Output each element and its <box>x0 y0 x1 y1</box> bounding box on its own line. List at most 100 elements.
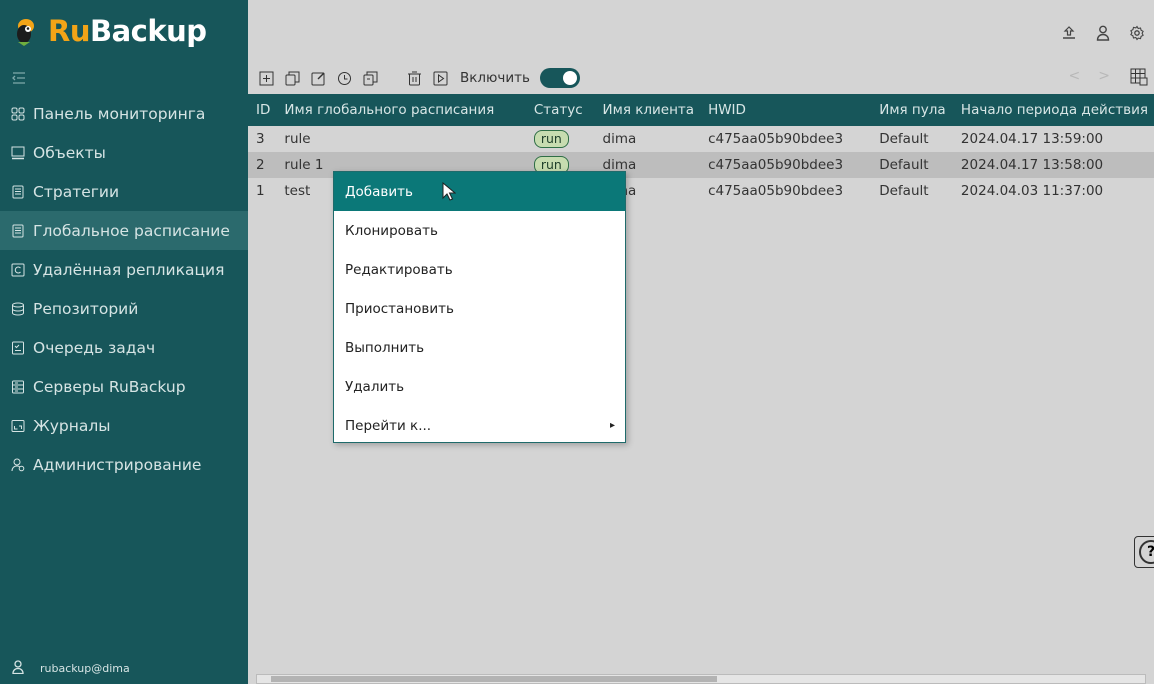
menu-item-pause[interactable]: Приостановить <box>334 289 625 328</box>
sidebar-item-task-queue[interactable]: Очередь задач <box>0 328 248 367</box>
sidebar-item-label: Объекты <box>33 143 106 162</box>
mouse-pointer-icon <box>442 182 456 201</box>
help-icon: ? <box>1139 540 1154 564</box>
brand-backup: Backup <box>89 14 207 48</box>
upload-icon[interactable] <box>1052 22 1086 44</box>
cell-id: 1 <box>248 178 277 204</box>
cell-client: dima <box>594 126 701 152</box>
col-client[interactable]: Имя клиента <box>594 94 701 126</box>
user-icon <box>12 659 24 677</box>
brand-name: RuBackup <box>48 14 207 48</box>
dashboard-icon <box>10 106 26 122</box>
cell-hwid: c475aa05b90bdee3 <box>700 126 872 152</box>
edit-icon[interactable] <box>308 68 328 88</box>
enable-label: Включить <box>460 70 530 86</box>
schedule-icon <box>10 223 26 239</box>
help-button[interactable]: ? <box>1134 536 1154 568</box>
clock-icon[interactable] <box>334 68 354 88</box>
sidebar-item-label: Глобальное расписание <box>33 221 230 240</box>
sidebar-item-repository[interactable]: Репозиторий <box>0 289 248 328</box>
logo[interactable]: RuBackup <box>0 0 248 62</box>
sidebar-item-label: Панель мониторинга <box>33 104 206 123</box>
context-menu: Добавить Клонировать Редактировать Приос… <box>333 171 626 443</box>
sidebar-item-label: Администрирование <box>33 455 202 474</box>
sidebar-item-label: Удалённая репликация <box>33 260 225 279</box>
menu-item-edit[interactable]: Редактировать <box>334 250 625 289</box>
sidebar-item-label: Репозиторий <box>33 299 139 318</box>
sidebar-item-remote-replication[interactable]: Удалённая репликация <box>0 250 248 289</box>
menu-collapse-icon[interactable] <box>0 62 248 94</box>
scrollbar-thumb[interactable] <box>271 676 717 682</box>
columns-grid-icon[interactable] <box>1130 68 1148 90</box>
menu-item-label: Редактировать <box>345 261 453 278</box>
sidebar-item-monitoring[interactable]: Панель мониторинга <box>0 94 248 133</box>
replication-icon <box>10 262 26 278</box>
cell-pool: Default <box>871 126 953 152</box>
sidebar-item-objects[interactable]: Объекты <box>0 133 248 172</box>
toucan-logo-icon <box>14 16 40 46</box>
add-icon[interactable] <box>256 68 276 88</box>
delete-icon[interactable] <box>404 68 424 88</box>
cell-hwid: c475aa05b90bdee3 <box>700 152 872 178</box>
brand-ru: Ru <box>48 14 90 48</box>
cell-pool: Default <box>871 178 953 204</box>
menu-item-label: Перейти к... <box>345 417 432 434</box>
sidebar: RuBackup Панель мониторинга Объекты Стра… <box>0 0 248 684</box>
table-header: ID Имя глобального расписания Статус Имя… <box>248 94 1154 126</box>
current-user[interactable]: rubackup@dima <box>0 652 248 684</box>
cell-pool: Default <box>871 152 953 178</box>
cell-name: rule <box>276 126 526 152</box>
clone-icon[interactable] <box>282 68 302 88</box>
col-name[interactable]: Имя глобального расписания <box>276 94 526 126</box>
cell-id: 2 <box>248 152 277 178</box>
col-pool[interactable]: Имя пула <box>871 94 953 126</box>
sidebar-item-administration[interactable]: Администрирование <box>0 445 248 484</box>
status-badge: run <box>533 130 569 148</box>
toolbar: Включить < > <box>248 62 1154 94</box>
server-icon <box>10 379 26 395</box>
prev-page-button[interactable]: < <box>1069 68 1081 84</box>
sidebar-item-strategies[interactable]: Стратегии <box>0 172 248 211</box>
document-icon <box>10 184 26 200</box>
submenu-arrow-icon: ▸ <box>609 420 615 431</box>
cell-hwid: c475aa05b90bdee3 <box>700 178 872 204</box>
menu-item-clone[interactable]: Клонировать <box>334 211 625 250</box>
log-icon <box>10 418 26 434</box>
col-hwid[interactable]: HWID <box>700 94 872 126</box>
sidebar-item-logs[interactable]: Журналы <box>0 406 248 445</box>
cell-start: 2024.04.17 13:59:00 <box>952 126 1154 152</box>
col-start[interactable]: Начало периода действия <box>952 94 1154 126</box>
menu-item-label: Выполнить <box>345 339 425 356</box>
menu-item-goto[interactable]: Перейти к... ▸ <box>334 406 625 445</box>
menu-item-label: Добавить <box>345 183 413 200</box>
run-icon[interactable] <box>430 68 450 88</box>
menu-item-label: Клонировать <box>345 222 438 239</box>
menu-item-execute[interactable]: Выполнить <box>334 328 625 367</box>
next-page-button[interactable]: > <box>1098 68 1110 84</box>
menu-item-label: Приостановить <box>345 300 454 317</box>
user-icon[interactable] <box>1086 22 1120 44</box>
pager: < > <box>1069 68 1110 84</box>
header <box>248 0 1154 62</box>
sidebar-item-label: Журналы <box>33 416 111 435</box>
sidebar-item-servers[interactable]: Серверы RuBackup <box>0 367 248 406</box>
menu-item-add[interactable]: Добавить <box>334 172 625 211</box>
task-queue-icon <box>10 340 26 356</box>
cell-start: 2024.04.03 11:37:00 <box>952 178 1154 204</box>
user-name: rubackup@dima <box>40 661 130 675</box>
col-id[interactable]: ID <box>248 94 277 126</box>
table-row[interactable]: 3 rule run dima c475aa05b90bdee3 Default… <box>248 126 1154 152</box>
col-status[interactable]: Статус <box>525 94 595 126</box>
horizontal-scrollbar[interactable] <box>256 674 1146 684</box>
database-icon <box>10 301 26 317</box>
monitor-icon <box>10 145 26 161</box>
settings-icon[interactable] <box>1120 22 1154 44</box>
copy-icon[interactable] <box>360 68 380 88</box>
enable-toggle[interactable] <box>539 68 580 88</box>
admin-icon <box>10 457 26 473</box>
sidebar-item-global-schedule[interactable]: Глобальное расписание <box>0 211 248 250</box>
cell-start: 2024.04.17 13:58:00 <box>952 152 1154 178</box>
sidebar-item-label: Стратегии <box>33 182 120 201</box>
menu-item-label: Удалить <box>345 378 405 395</box>
menu-item-delete[interactable]: Удалить <box>334 367 625 406</box>
